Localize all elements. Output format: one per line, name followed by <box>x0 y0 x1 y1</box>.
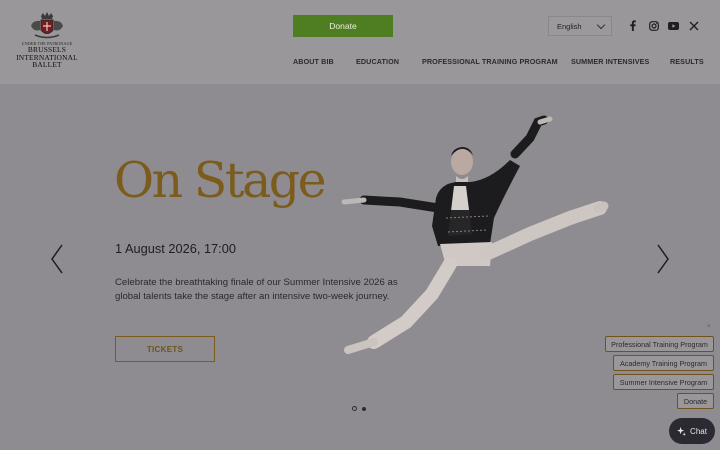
tickets-button[interactable]: TICKETS <box>115 336 215 362</box>
event-description: Celebrate the breathtaking finale of our… <box>115 277 398 302</box>
facebook-icon[interactable] <box>627 20 638 31</box>
donate-button[interactable]: Donate <box>293 15 393 37</box>
chat-button[interactable]: Chat <box>669 418 715 444</box>
slider-pagination <box>352 406 366 411</box>
hero-title: On Stage <box>114 152 327 209</box>
quick-links-close-icon[interactable]: × <box>707 324 711 330</box>
quick-link-academy-training-program[interactable]: Academy Training Program <box>613 355 714 371</box>
crest-icon <box>31 12 63 39</box>
quick-link-professional-training-program[interactable]: Professional Training Program <box>605 336 714 352</box>
quick-link-summer-intensive-program[interactable]: Summer Intensive Program <box>613 374 714 390</box>
site-header: UNDER THE PATRONAGE BRUSSELS INTERNATION… <box>0 0 720 84</box>
brussels-international-ballet-logo[interactable]: UNDER THE PATRONAGE BRUSSELS INTERNATION… <box>12 12 82 72</box>
nav-results[interactable]: RESULTS <box>670 57 704 66</box>
next-slide-arrow-icon[interactable] <box>656 244 670 274</box>
chat-label: Chat <box>690 426 707 436</box>
nav-professional-training-program[interactable]: PROFESSIONAL TRAINING PROGRAM <box>422 57 558 66</box>
slide-dot-1[interactable] <box>352 406 357 411</box>
nav-education[interactable]: EDUCATION <box>356 57 399 66</box>
ballet-dancer-image <box>341 115 609 354</box>
language-value: English <box>557 21 582 31</box>
nav-about-bib[interactable]: ABOUT BIB <box>293 57 334 66</box>
nav-summer-intensives[interactable]: SUMMER INTENSIVES <box>571 57 649 66</box>
youtube-icon[interactable] <box>668 20 679 31</box>
logo-line-3: BALLET <box>32 60 62 70</box>
event-date: 1 August 2026, 17:00 <box>115 241 236 256</box>
previous-slide-arrow-icon[interactable] <box>50 244 64 274</box>
instagram-icon[interactable] <box>648 20 659 31</box>
chevron-down-icon <box>596 20 606 30</box>
sparkle-icon <box>677 426 687 436</box>
slide-dot-2[interactable] <box>362 406 366 411</box>
x-icon[interactable] <box>688 20 699 31</box>
language-select[interactable]: English <box>548 16 612 36</box>
quick-link-donate[interactable]: Donate <box>677 393 714 409</box>
